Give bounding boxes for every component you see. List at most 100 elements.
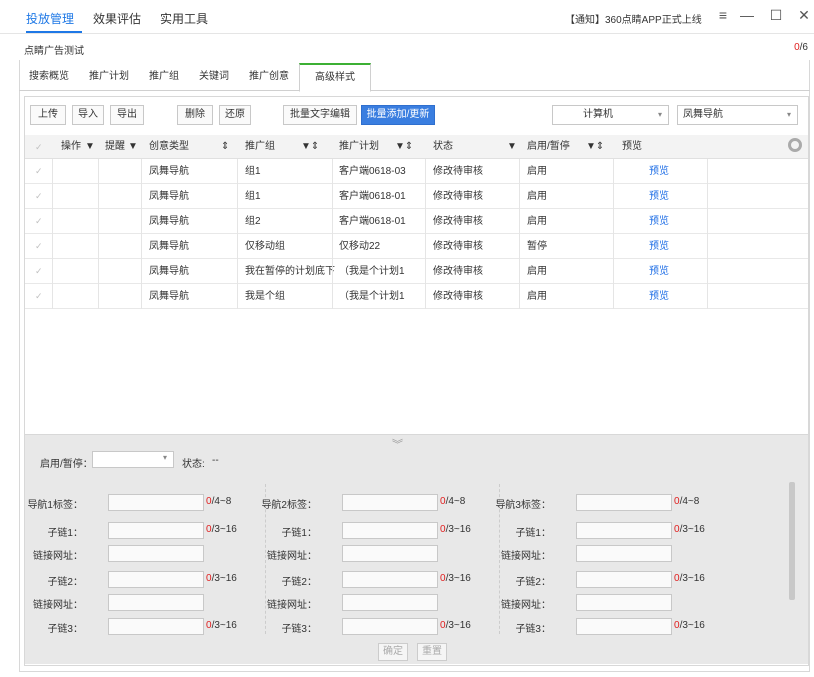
settings-gear-icon[interactable] [788,138,802,152]
table-row[interactable]: ✓ 凤舞导航 组1 客户端0618-03 修改待审核 启用 预览 [25,159,808,184]
table-row[interactable]: ✓ 凤舞导航 仅移动组 仅移动22 修改待审核 暂停 预览 [25,234,808,259]
column-separator [141,284,142,309]
batch-add-update-button[interactable]: 批量添加/更新 [361,105,435,125]
column-separator [425,159,426,184]
import-button[interactable]: 导入 [72,105,104,125]
nav-label: 导航3标签： [495,500,551,511]
url-input[interactable] [576,545,672,562]
url-input[interactable] [108,545,204,562]
tab-creative[interactable]: 推广创意 [239,63,299,91]
table-row[interactable]: ✓ 凤舞导航 我在暂停的计划底下 （我是个计划1 修改待审核 启用 预览 [25,259,808,284]
nav-input[interactable] [108,494,204,511]
column-separator [707,234,708,259]
form-scrollbar[interactable] [789,482,795,600]
url-input[interactable] [342,545,438,562]
row-checkbox[interactable]: ✓ [35,284,43,309]
sublink-1-input[interactable] [108,522,204,539]
upload-button[interactable]: 上传 [30,105,66,125]
row-checkbox[interactable]: ✓ [35,184,43,209]
table-row[interactable]: ✓ 凤舞导航 组2 客户端0618-01 修改待审核 启用 预览 [25,209,808,234]
column-separator [613,159,614,184]
sublink-3-input[interactable] [576,618,672,635]
sublink-1-input[interactable] [576,522,672,539]
char-counter: 0/4~8 [440,496,465,507]
status-label: 状态: [182,459,205,470]
sublink-3-input[interactable] [108,618,204,635]
preview-link[interactable]: 预览 [649,159,669,184]
tab-keyword[interactable]: 关键词 [189,63,239,91]
nav-input[interactable] [576,494,672,511]
close-icon[interactable]: ✕ [795,7,813,24]
preview-link[interactable]: 预览 [649,209,669,234]
row-checkbox[interactable]: ✓ [35,259,43,284]
row-checkbox[interactable]: ✓ [35,234,43,259]
filter-icon[interactable]: ▼ [128,135,138,159]
preview-link[interactable]: 预览 [649,284,669,309]
cell-ad-group: 我在暂停的计划底下 [245,266,335,277]
sublink-3-input[interactable] [342,618,438,635]
delete-button[interactable]: 删除 [177,105,213,125]
nav-input[interactable] [342,494,438,511]
cell-creative-type: 凤舞导航 [149,266,189,277]
cell-campaign: 客户端0618-03 [339,166,406,177]
sort-icon[interactable]: ⇕ [221,135,229,159]
tab-advanced-style[interactable]: 高级样式 [299,63,371,92]
sublink-2-input[interactable] [576,571,672,588]
char-count-range: /3~16 [211,620,237,631]
cell-campaign: （我是个计划1 [339,266,405,277]
restore-button[interactable]: 还原 [219,105,251,125]
cell-enable-pause: 暂停 [527,241,547,252]
table-row[interactable]: ✓ 凤舞导航 组1 客户端0618-01 修改待审核 启用 预览 [25,184,808,209]
sublink-1-label: 子链1： [281,528,317,539]
nav-placement-management[interactable]: 投放管理 [26,10,74,27]
select-all-checkbox[interactable]: ✓ [35,135,43,159]
url-input[interactable] [108,594,204,611]
column-separator [237,284,238,309]
cell-status: 修改待审核 [433,191,483,202]
row-checkbox[interactable]: ✓ [35,209,43,234]
column-separator [707,209,708,234]
sublink-1-input[interactable] [342,522,438,539]
url-input[interactable] [342,594,438,611]
minimize-icon[interactable]: — [738,7,756,23]
maximize-icon[interactable]: ☐ [767,7,785,24]
style-select[interactable]: 凤舞导航 ▾ [677,105,798,125]
filter-icon[interactable]: ▼ [85,135,95,159]
nav-tools[interactable]: 实用工具 [160,10,208,27]
table-header: ✓ 操作 ▼ 提醒 ▼ 创意类型 ⇕ 推广组 ▼⇕ 推广计划 ▼⇕ 状态 ▼ 启… [25,135,808,159]
column-separator [141,259,142,284]
collapse-chevron-icon[interactable]: ︾ [392,436,403,452]
sublink-2-input[interactable] [108,571,204,588]
export-button[interactable]: 导出 [110,105,144,125]
device-select[interactable]: 计算机 ▾ [552,105,669,125]
tab-ad-group[interactable]: 推广组 [139,63,189,91]
cell-campaign: （我是个计划1 [339,291,405,302]
tab-campaign[interactable]: 推广计划 [79,63,139,91]
column-status: 状态 [433,141,453,152]
char-counter: 0/3~16 [206,620,237,631]
row-checkbox[interactable]: ✓ [35,159,43,184]
sublink-2-input[interactable] [342,571,438,588]
filter-sort-icon[interactable]: ▼⇕ [586,135,604,159]
enable-pause-select[interactable]: ▾ [92,451,174,468]
preview-link[interactable]: 预览 [649,234,669,259]
filter-sort-icon[interactable]: ▼⇕ [301,135,319,159]
menu-icon[interactable]: ≡ [714,7,732,23]
creative-table: ✓ 操作 ▼ 提醒 ▼ 创意类型 ⇕ 推广组 ▼⇕ 推广计划 ▼⇕ 状态 ▼ 启… [25,135,808,309]
reset-button[interactable]: 重置 [417,643,447,661]
notice-link[interactable]: 【通知】360点睛APP正式上线 [565,11,702,26]
filter-sort-icon[interactable]: ▼⇕ [395,135,413,159]
column-separator [425,209,426,234]
preview-link[interactable]: 预览 [649,184,669,209]
column-separator [519,284,520,309]
batch-text-edit-button[interactable]: 批量文字编辑 [283,105,357,125]
url-input[interactable] [576,594,672,611]
nav-effect-evaluation[interactable]: 效果评估 [93,10,141,27]
confirm-button[interactable]: 确定 [378,643,408,661]
tab-search-overview[interactable]: 搜索概览 [19,63,79,91]
sublink-2-label: 子链2： [281,577,317,588]
filter-icon[interactable]: ▼ [507,135,517,159]
preview-link[interactable]: 预览 [649,259,669,284]
table-row[interactable]: ✓ 凤舞导航 我是个组 （我是个计划1 修改待审核 启用 预览 [25,284,808,309]
column-separator [237,184,238,209]
